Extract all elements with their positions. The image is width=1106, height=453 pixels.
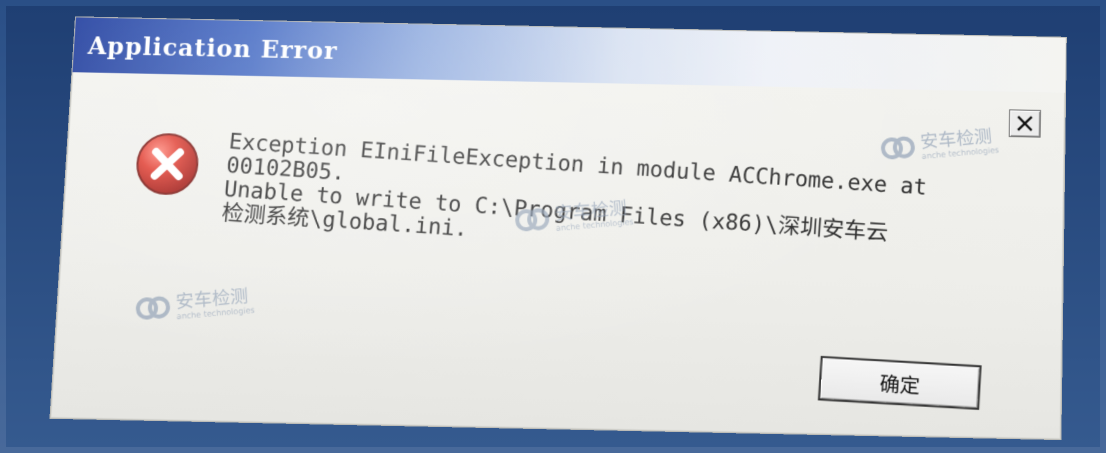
close-icon: [1016, 114, 1034, 132]
dialog-titlebar: Application Error: [72, 17, 1066, 93]
watermark-logo-icon: [880, 134, 916, 166]
dialog-title: Application Error: [87, 31, 339, 65]
error-x-icon: [130, 129, 204, 200]
watermark-logo-icon: [135, 294, 171, 327]
ok-button[interactable]: 确定: [817, 355, 982, 410]
watermark-logo-icon: [514, 205, 550, 238]
close-button[interactable]: [1008, 109, 1041, 138]
screen: Application Error Exception EIniFileExce…: [0, 0, 1106, 453]
application-error-dialog: Application Error Exception EIniFileExce…: [49, 16, 1067, 441]
watermark: 安车检测 anche technologies: [135, 286, 255, 327]
monitor-frame: Application Error Exception EIniFileExce…: [6, 6, 1100, 447]
watermark: 安车检测 anche technologies: [880, 126, 1000, 166]
